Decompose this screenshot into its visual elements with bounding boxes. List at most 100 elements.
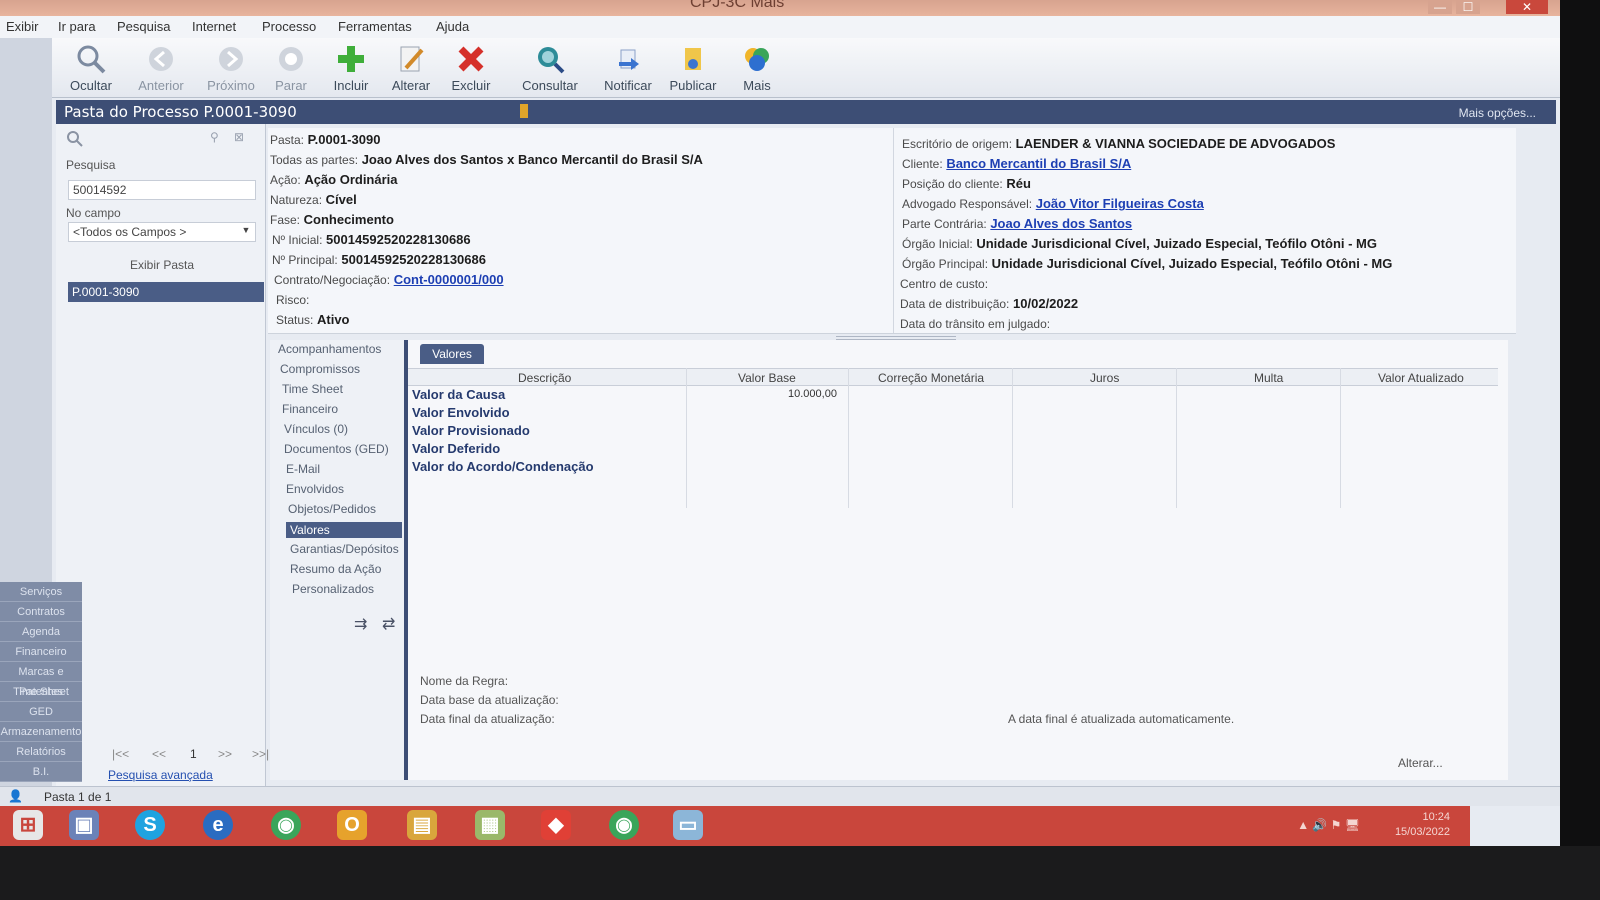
menu-ferramentas[interactable]: Ferramentas (338, 19, 412, 34)
pin-icon[interactable]: ⚲ (210, 130, 219, 144)
minimize-button[interactable]: — (1428, 0, 1452, 14)
nav-bi[interactable]: B.I. (0, 762, 82, 782)
current-page: 1 (190, 747, 197, 761)
client-link[interactable]: Banco Mercantil do Brasil S/A (946, 156, 1131, 171)
contract-link[interactable]: Cont-0000001/000 (394, 272, 504, 287)
valores-tab[interactable]: Valores (420, 344, 484, 364)
explorer-icon[interactable]: ▣ (56, 810, 112, 842)
info-value: Joao Alves dos Santos x Banco Mercantil … (361, 152, 703, 167)
chevron-down-icon[interactable]: ▼ (239, 225, 253, 239)
lawyer-link[interactable]: João Vitor Filgueiras Costa (1036, 196, 1204, 211)
tab-envolvidos[interactable]: Envolvidos (286, 482, 344, 496)
opposing-party-link[interactable]: Joao Alves dos Santos (990, 216, 1132, 231)
nav-agenda[interactable]: Agenda (0, 622, 82, 642)
more-icon (745, 48, 769, 71)
tab-compromissos[interactable]: Compromissos (280, 362, 360, 376)
field-select-value: <Todos os Campos > (73, 225, 187, 239)
collapse-tabs-icon[interactable]: ⇉ (354, 614, 367, 634)
field-select[interactable]: <Todos os Campos > ▼ (68, 222, 256, 242)
next-page-button[interactable]: >> (218, 747, 232, 761)
folder-title: Pasta do Processo P.0001-3090 (64, 103, 297, 121)
advanced-search-link[interactable]: Pesquisa avançada (108, 768, 213, 782)
windows-start-icon[interactable]: ⊞ (0, 810, 56, 842)
table-row[interactable]: Valor do Acordo/Condenação (408, 458, 1498, 476)
tab-garantias-depositos[interactable]: Garantias/Depósitos (290, 542, 399, 556)
alter-button[interactable]: Alterar... (1398, 756, 1443, 770)
nav-time-sheet[interactable]: Time Sheet (0, 682, 82, 702)
info-centro-custo: Centro de custo: (900, 276, 988, 291)
nav-armazenamento[interactable]: Armazenamento (0, 722, 82, 742)
nav-relatorios[interactable]: Relatórios (0, 742, 82, 762)
expand-tabs-icon[interactable]: ⇄ (382, 614, 395, 634)
search-globe-icon (538, 47, 565, 74)
notepad-icon[interactable]: ▭ (660, 810, 716, 842)
tab-financeiro[interactable]: Financeiro (282, 402, 338, 416)
bookmark-icon[interactable] (520, 104, 528, 118)
consultar-button[interactable]: Consultar (508, 42, 592, 96)
notificar-label: Notificar (604, 78, 652, 93)
notificar-button[interactable]: Notificar (588, 42, 668, 96)
menu-exibir[interactable]: Exibir (6, 19, 39, 34)
window-titlebar: CPJ-3C Mais — ☐ ✕ (0, 0, 1560, 16)
info-transito: Data do trânsito em julgado: (900, 316, 1050, 331)
menu-ajuda[interactable]: Ajuda (436, 19, 469, 34)
table-row[interactable]: Valor da Causa 10.000,00 (408, 386, 1498, 404)
nav-ged[interactable]: GED (0, 702, 82, 722)
menu-internet[interactable]: Internet (192, 19, 236, 34)
table-row[interactable]: Valor Deferido (408, 440, 1498, 458)
tab-documentos[interactable]: Documentos (GED) (284, 442, 389, 456)
menu-ir-para[interactable]: Ir para (58, 19, 96, 34)
maximize-button[interactable]: ☐ (1456, 0, 1480, 14)
row-description: Valor Deferido (412, 441, 501, 456)
info-value: Unidade Jurisdicional Cível, Juizado Esp… (991, 256, 1393, 271)
tab-vinculos[interactable]: Vínculos (0) (284, 422, 348, 436)
close-panel-icon[interactable]: ⊠ (234, 130, 244, 144)
nav-servicos[interactable]: Serviços (0, 582, 82, 602)
menu-pesquisa[interactable]: Pesquisa (117, 19, 170, 34)
outlook-icon[interactable]: O (324, 810, 380, 842)
info-natureza: Natureza: Cível (270, 192, 357, 207)
tab-objetos-pedidos[interactable]: Objetos/Pedidos (288, 502, 376, 516)
files-icon[interactable]: ▦ (462, 810, 518, 842)
excluir-button[interactable]: Excluir (436, 42, 506, 96)
anterior-button[interactable]: Anterior (126, 42, 196, 96)
mais-button[interactable]: Mais (722, 42, 792, 96)
menu-processo[interactable]: Processo (262, 19, 316, 34)
nav-financeiro[interactable]: Financeiro (0, 642, 82, 662)
table-row[interactable]: Valor Envolvido (408, 404, 1498, 422)
tab-personalizados[interactable]: Personalizados (292, 582, 374, 596)
tab-resumo-acao[interactable]: Resumo da Ação (290, 562, 381, 576)
more-options-link[interactable]: Mais opções... (1459, 106, 1536, 120)
nav-marcas-patentes[interactable]: Marcas e Patentes (0, 662, 82, 698)
table-row[interactable]: Valor Provisionado (408, 422, 1498, 440)
info-key: Advogado Responsável: (902, 197, 1033, 211)
last-page-button[interactable]: >>| (252, 747, 269, 761)
tab-time-sheet[interactable]: Time Sheet (282, 382, 343, 396)
folder-header: Pasta do Processo P.0001-3090 Mais opçõe… (56, 100, 1556, 124)
tab-valores[interactable]: Valores (286, 522, 402, 538)
chrome-icon[interactable]: ◉ (596, 810, 652, 842)
info-key: Órgão Inicial: (902, 237, 973, 251)
anydesk-icon[interactable]: ◆ (528, 810, 584, 842)
prev-page-button[interactable]: << (152, 747, 166, 761)
skype-icon[interactable]: S (122, 810, 178, 842)
info-key: Órgão Principal: (902, 257, 989, 271)
window-title: CPJ-3C Mais (690, 0, 785, 11)
search-result-item[interactable]: P.0001-3090 (68, 282, 264, 302)
ocultar-button[interactable]: Ocultar (56, 42, 126, 96)
clock[interactable]: 10:24 15/03/2022 (1370, 810, 1450, 840)
tray-icons[interactable]: ▲ 🔊 ⚑ 🖥 (1297, 818, 1360, 832)
show-folder-button[interactable]: Exibir Pasta (68, 254, 256, 276)
tab-acompanhamentos[interactable]: Acompanhamentos (278, 342, 381, 356)
folder-icon[interactable]: ▤ (394, 810, 450, 842)
tab-email[interactable]: E-Mail (286, 462, 320, 476)
ie-icon[interactable]: e (190, 810, 246, 842)
first-page-button[interactable]: |<< (112, 747, 129, 761)
search-input[interactable]: 50014592 (68, 180, 256, 200)
publicar-button[interactable]: Publicar (658, 42, 728, 96)
monitor: CPJ-3C Mais — ☐ ✕ Exibir Ir para Pesquis… (0, 0, 1600, 900)
nav-contratos[interactable]: Contratos (0, 602, 82, 622)
search-icon[interactable] (66, 130, 84, 148)
chrome-icon[interactable]: ◉ (258, 810, 314, 842)
close-button[interactable]: ✕ (1506, 0, 1548, 14)
